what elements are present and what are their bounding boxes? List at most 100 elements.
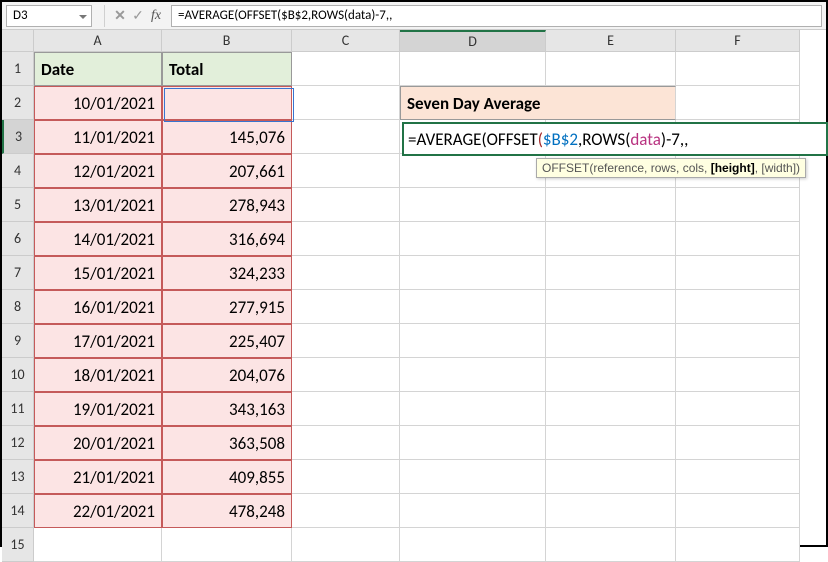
cell-D11[interactable] bbox=[400, 392, 546, 426]
cell-D1[interactable] bbox=[400, 52, 546, 86]
cell-C11[interactable] bbox=[292, 392, 400, 426]
cell-F6[interactable] bbox=[676, 222, 800, 256]
cell-B13[interactable]: 409,855 bbox=[162, 460, 292, 494]
cell-A3[interactable]: 11/01/2021 bbox=[34, 120, 162, 154]
cell-C12[interactable] bbox=[292, 426, 400, 460]
cell-E5[interactable] bbox=[546, 188, 676, 222]
cell-D10[interactable] bbox=[400, 358, 546, 392]
cell-C2[interactable] bbox=[292, 86, 400, 120]
cell-E15[interactable] bbox=[546, 528, 676, 562]
cell-D8[interactable] bbox=[400, 290, 546, 324]
cell-B10[interactable]: 204,076 bbox=[162, 358, 292, 392]
cell-E12[interactable] bbox=[546, 426, 676, 460]
cell-F11[interactable] bbox=[676, 392, 800, 426]
cell-F2[interactable] bbox=[676, 86, 800, 120]
cell-C13[interactable] bbox=[292, 460, 400, 494]
cell-D4[interactable] bbox=[400, 154, 546, 188]
row-header-9[interactable]: 9 bbox=[2, 324, 34, 358]
enter-icon[interactable]: ✓ bbox=[129, 7, 147, 25]
cell-E6[interactable] bbox=[546, 222, 676, 256]
cell-D2[interactable]: Seven Day Average bbox=[400, 86, 676, 120]
cell-F5[interactable] bbox=[676, 188, 800, 222]
cell-A1[interactable]: Date bbox=[34, 52, 162, 86]
cell-C4[interactable] bbox=[292, 154, 400, 188]
cancel-icon[interactable]: ✕ bbox=[111, 7, 129, 25]
spreadsheet-grid[interactable]: A B C D E F 1 Date Total 2 10/01/2021 Se… bbox=[2, 30, 826, 562]
cell-B2[interactable] bbox=[162, 86, 292, 120]
row-header-2[interactable]: 2 bbox=[2, 86, 34, 120]
name-box[interactable]: D3 bbox=[6, 5, 92, 27]
cell-A10[interactable]: 18/01/2021 bbox=[34, 358, 162, 392]
cell-D6[interactable] bbox=[400, 222, 546, 256]
cell-B1[interactable]: Total bbox=[162, 52, 292, 86]
cell-C9[interactable] bbox=[292, 324, 400, 358]
col-header-A[interactable]: A bbox=[34, 30, 162, 52]
row-header-11[interactable]: 11 bbox=[2, 392, 34, 426]
cell-B14[interactable]: 478,248 bbox=[162, 494, 292, 528]
col-header-E[interactable]: E bbox=[546, 30, 676, 52]
fx-icon[interactable]: fx bbox=[147, 7, 165, 25]
cell-B8[interactable]: 277,915 bbox=[162, 290, 292, 324]
cell-D5[interactable] bbox=[400, 188, 546, 222]
cell-D9[interactable] bbox=[400, 324, 546, 358]
cell-B12[interactable]: 363,508 bbox=[162, 426, 292, 460]
cell-D14[interactable] bbox=[400, 494, 546, 528]
row-header-8[interactable]: 8 bbox=[2, 290, 34, 324]
cell-B4[interactable]: 207,661 bbox=[162, 154, 292, 188]
cell-A15[interactable] bbox=[34, 528, 162, 562]
cell-B5[interactable]: 278,943 bbox=[162, 188, 292, 222]
cell-A14[interactable]: 22/01/2021 bbox=[34, 494, 162, 528]
row-header-6[interactable]: 6 bbox=[2, 222, 34, 256]
row-header-13[interactable]: 13 bbox=[2, 460, 34, 494]
row-header-12[interactable]: 12 bbox=[2, 426, 34, 460]
cell-E7[interactable] bbox=[546, 256, 676, 290]
row-header-1[interactable]: 1 bbox=[2, 52, 34, 86]
cell-A6[interactable]: 14/01/2021 bbox=[34, 222, 162, 256]
cell-F7[interactable] bbox=[676, 256, 800, 290]
cell-C8[interactable] bbox=[292, 290, 400, 324]
cell-B9[interactable]: 225,407 bbox=[162, 324, 292, 358]
cell-C15[interactable] bbox=[292, 528, 400, 562]
cell-B7[interactable]: 324,233 bbox=[162, 256, 292, 290]
row-header-14[interactable]: 14 bbox=[2, 494, 34, 528]
formula-input[interactable]: =AVERAGE(OFFSET($B$2,ROWS(data)-7,, bbox=[171, 5, 822, 27]
active-formula-overlay[interactable]: =AVERAGE(OFFSET($B$2,ROWS(data)-7,, bbox=[402, 122, 828, 156]
cell-D12[interactable] bbox=[400, 426, 546, 460]
row-header-7[interactable]: 7 bbox=[2, 256, 34, 290]
cell-C3[interactable] bbox=[292, 120, 400, 154]
cell-F12[interactable] bbox=[676, 426, 800, 460]
cell-F13[interactable] bbox=[676, 460, 800, 494]
col-header-C[interactable]: C bbox=[292, 30, 400, 52]
cell-C14[interactable] bbox=[292, 494, 400, 528]
cell-F9[interactable] bbox=[676, 324, 800, 358]
cell-E13[interactable] bbox=[546, 460, 676, 494]
cell-A4[interactable]: 12/01/2021 bbox=[34, 154, 162, 188]
cell-E11[interactable] bbox=[546, 392, 676, 426]
cell-A13[interactable]: 21/01/2021 bbox=[34, 460, 162, 494]
cell-E1[interactable] bbox=[546, 52, 676, 86]
row-header-4[interactable]: 4 bbox=[2, 154, 34, 188]
cell-F14[interactable] bbox=[676, 494, 800, 528]
cell-E9[interactable] bbox=[546, 324, 676, 358]
cell-D7[interactable] bbox=[400, 256, 546, 290]
row-header-15[interactable]: 15 bbox=[2, 528, 34, 562]
cell-F1[interactable] bbox=[676, 52, 800, 86]
row-header-5[interactable]: 5 bbox=[2, 188, 34, 222]
cell-E10[interactable] bbox=[546, 358, 676, 392]
cell-B11[interactable]: 343,163 bbox=[162, 392, 292, 426]
cell-B15[interactable] bbox=[162, 528, 292, 562]
cell-F10[interactable] bbox=[676, 358, 800, 392]
cell-A11[interactable]: 19/01/2021 bbox=[34, 392, 162, 426]
cell-A8[interactable]: 16/01/2021 bbox=[34, 290, 162, 324]
cell-C1[interactable] bbox=[292, 52, 400, 86]
cell-B3[interactable]: 145,076 bbox=[162, 120, 292, 154]
row-header-10[interactable]: 10 bbox=[2, 358, 34, 392]
cell-D15[interactable] bbox=[400, 528, 546, 562]
cell-E14[interactable] bbox=[546, 494, 676, 528]
cell-A5[interactable]: 13/01/2021 bbox=[34, 188, 162, 222]
cell-A12[interactable]: 20/01/2021 bbox=[34, 426, 162, 460]
cell-B6[interactable]: 316,694 bbox=[162, 222, 292, 256]
cell-C6[interactable] bbox=[292, 222, 400, 256]
cell-C5[interactable] bbox=[292, 188, 400, 222]
row-header-3[interactable]: 3 bbox=[2, 120, 34, 154]
